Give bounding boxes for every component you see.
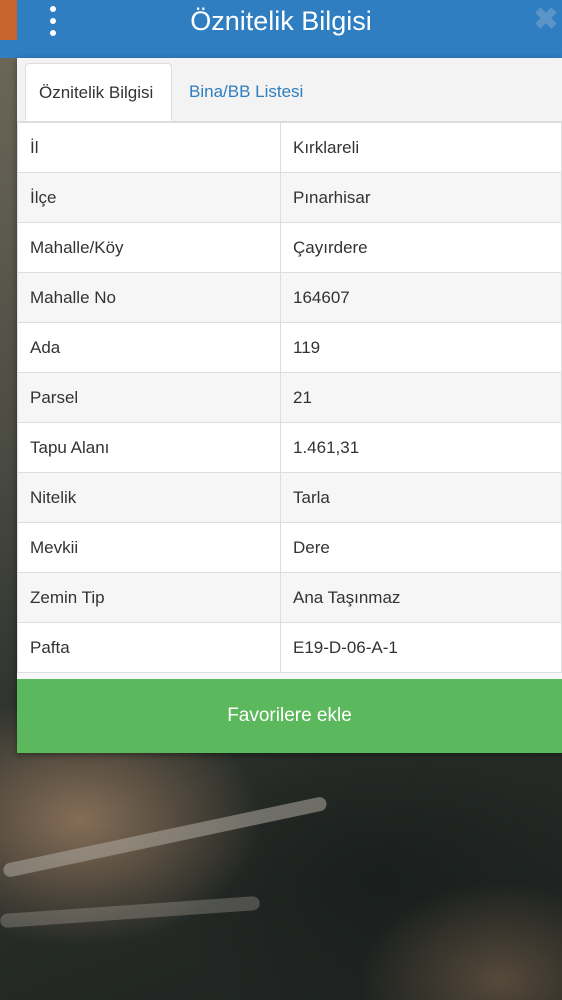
- attribute-value: 1.461,31: [280, 422, 562, 473]
- tab-attribute-info[interactable]: Öznitelik Bilgisi: [25, 63, 172, 121]
- attribute-value: Kırklareli: [280, 122, 562, 173]
- table-row: Nitelik Tarla: [17, 472, 562, 523]
- attribute-key: Mahalle/Köy: [17, 222, 281, 273]
- attribute-value: Pınarhisar: [280, 172, 562, 223]
- attribute-key: Nitelik: [17, 472, 281, 523]
- attribute-value: Dere: [280, 522, 562, 573]
- attribute-key: Pafta: [17, 622, 281, 673]
- attribute-value: Ana Taşınmaz: [280, 572, 562, 623]
- dialog-header: Öznitelik Bilgisi ✖: [0, 0, 562, 58]
- attribute-value: 164607: [280, 272, 562, 323]
- attribute-key: Parsel: [17, 372, 281, 423]
- table-row: Zemin Tip Ana Taşınmaz: [17, 572, 562, 623]
- attribute-value: Tarla: [280, 472, 562, 523]
- attribute-key: Mahalle No: [17, 272, 281, 323]
- map-road: [2, 795, 328, 879]
- table-row: Ada 119: [17, 322, 562, 373]
- tab-building-list[interactable]: Bina/BB Listesi: [176, 63, 316, 121]
- attribute-value: Çayırdere: [280, 222, 562, 273]
- tab-bar: Öznitelik Bilgisi Bina/BB Listesi: [17, 58, 562, 122]
- attribute-key: Ada: [17, 322, 281, 373]
- attribute-panel: Öznitelik Bilgisi Bina/BB Listesi İl Kır…: [17, 58, 562, 753]
- attribute-key: Mevkii: [17, 522, 281, 573]
- attribute-table: İl Kırklareli İlçe Pınarhisar Mahalle/Kö…: [17, 122, 562, 673]
- attribute-value: E19-D-06-A-1: [280, 622, 562, 673]
- attribute-value: 119: [280, 322, 562, 373]
- attribute-key: Tapu Alanı: [17, 422, 281, 473]
- close-icon[interactable]: ✖: [530, 2, 562, 38]
- map-road: [0, 895, 261, 929]
- dialog-title: Öznitelik Bilgisi: [190, 6, 372, 36]
- table-row: İl Kırklareli: [17, 122, 562, 173]
- table-row: Mahalle No 164607: [17, 272, 562, 323]
- table-row: İlçe Pınarhisar: [17, 172, 562, 223]
- table-row: Pafta E19-D-06-A-1: [17, 622, 562, 673]
- attribute-key: Zemin Tip: [17, 572, 281, 623]
- table-row: Parsel 21: [17, 372, 562, 423]
- attribute-value: 21: [280, 372, 562, 423]
- attribute-key: İlçe: [17, 172, 281, 223]
- table-row: Mahalle/Köy Çayırdere: [17, 222, 562, 273]
- table-row: Tapu Alanı 1.461,31: [17, 422, 562, 473]
- table-row: Mevkii Dere: [17, 522, 562, 573]
- add-to-favorites-button[interactable]: Favorilere ekle: [17, 679, 562, 753]
- attribute-key: İl: [17, 122, 281, 173]
